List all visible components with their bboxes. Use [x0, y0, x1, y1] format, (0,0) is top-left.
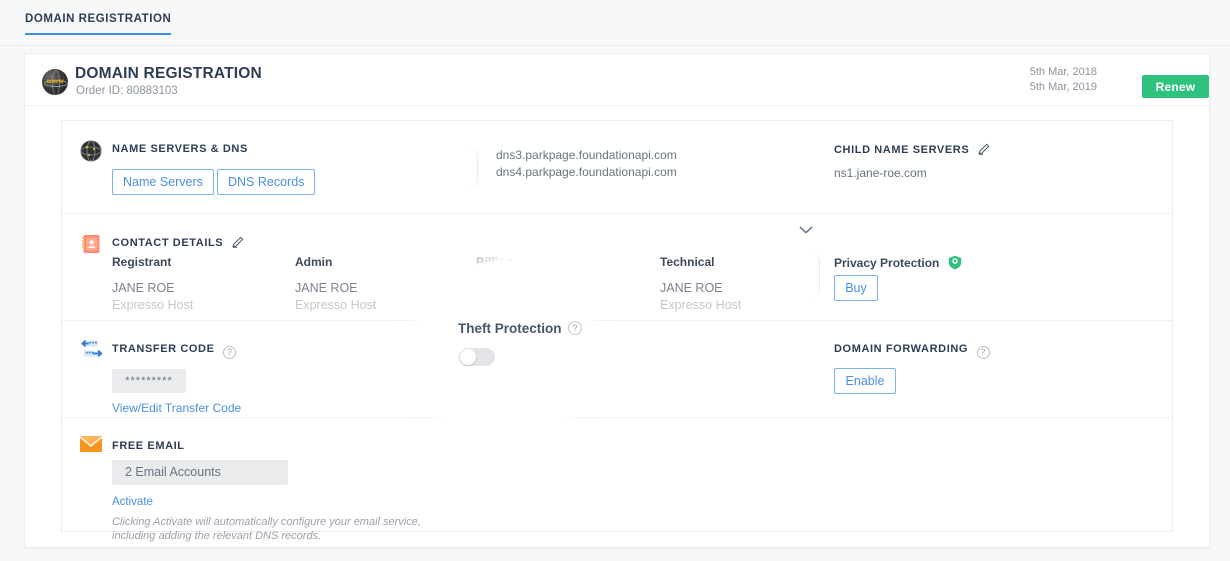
order-dates: 5th Mar, 2018 5th Mar, 2019 [1030, 65, 1097, 95]
renew-button[interactable]: Renew [1142, 75, 1209, 98]
order-header: www DOMAIN REGISTRATION Order ID: 808831… [25, 54, 1209, 106]
transfer-code-masked-value: ********* [112, 369, 186, 393]
name-servers-label: NAME SERVERS & DNS [112, 143, 248, 155]
page-root: DOMAIN REGISTRATION www DOMAIN REGISTRAT… [0, 0, 1230, 561]
details-card: NAME SERVERS & DNS Name Servers DNS Reco… [61, 120, 1173, 542]
page-title: DOMAIN REGISTRATION [75, 65, 262, 82]
child-name-servers-label: CHILD NAME SERVERS [834, 144, 970, 156]
section-title-contact-details: CONTACT DETAILS [112, 236, 244, 251]
contact-column-admin: Admin JANE ROE Expresso Host [295, 255, 376, 312]
transfer-code-label: TRANSFER CODE [112, 343, 215, 355]
section-title-transfer-code: TRANSFER CODE ? [112, 343, 237, 359]
child-name-server-value: ns1.jane-roe.com [834, 166, 927, 180]
free-email-label: FREE EMAIL [112, 440, 185, 452]
transfer-arrows-icon [80, 338, 103, 360]
contact-details-label: CONTACT DETAILS [112, 237, 224, 249]
theft-protection-label: Theft Protection [458, 321, 562, 336]
section-transfer-code: TRANSFER CODE ? ********* View/Edit Tran… [62, 321, 1172, 418]
email-accounts-field: 2 Email Accounts [112, 460, 288, 485]
column-heading: Registrant [112, 255, 172, 269]
start-date: 5th Mar, 2018 [1029, 66, 1097, 78]
pencil-icon[interactable] [978, 143, 990, 158]
section-title-name-servers: NAME SERVERS & DNS [112, 143, 248, 155]
question-mark-icon[interactable]: ? [223, 346, 237, 359]
contact-org: Expresso Host [295, 298, 377, 312]
privacy-protection-title: Privacy Protection [834, 255, 962, 273]
contact-column-registrant: Registrant JANE ROE Expresso Host [112, 255, 193, 312]
top-tab-bar: DOMAIN REGISTRATION [0, 0, 1230, 46]
dns-server-1: dns3.parkpage.foundationapi.com [496, 148, 677, 162]
theft-protection-toggle[interactable] [459, 348, 495, 366]
shield-icon [948, 255, 962, 273]
column-heading: Billing [476, 255, 513, 269]
enable-domain-forwarding-button[interactable]: Enable [834, 368, 896, 394]
question-mark-icon[interactable]: ? [568, 321, 582, 335]
dns-records-button[interactable]: DNS Records [217, 169, 316, 195]
end-date: 5th Mar, 2019 [1029, 81, 1097, 93]
contact-name: JANE ROE [660, 281, 723, 295]
question-mark-icon[interactable]: ? [976, 346, 990, 359]
envelope-icon [79, 436, 103, 458]
section-title-free-email: FREE EMAIL [112, 440, 185, 452]
contact-name: JANE ROE [295, 281, 358, 295]
contact-name: JANE ROE [112, 281, 175, 295]
column-heading: Technical [660, 255, 715, 269]
theft-protection-spotlight: Theft Protection ? [425, 269, 583, 427]
globe-network-icon [80, 140, 102, 162]
activate-email-link[interactable]: Activate [112, 496, 153, 508]
globe-www-text: www [46, 77, 64, 85]
contact-org: Expresso Host [112, 298, 194, 312]
pencil-icon[interactable] [232, 236, 244, 251]
www-globe-icon: www [42, 69, 68, 95]
domain-panel: www DOMAIN REGISTRATION Order ID: 808831… [24, 53, 1210, 548]
column-heading: Admin [295, 255, 333, 269]
name-servers-button[interactable]: Name Servers [112, 169, 214, 195]
tab-domain-registration[interactable]: DOMAIN REGISTRATION [25, 13, 172, 35]
column-divider [468, 147, 478, 189]
privacy-protection-label: Privacy Protection [834, 256, 940, 270]
contact-org: Expresso Host [660, 298, 742, 312]
domain-forwarding-title: DOMAIN FORWARDING ? [834, 343, 990, 359]
dns-server-list: dns3.parkpage.foundationapi.com dns4.par… [496, 147, 677, 181]
buy-privacy-protection-button[interactable]: Buy [834, 275, 878, 301]
dns-server-2: dns4.parkpage.foundationapi.com [496, 165, 677, 179]
chevron-down-icon[interactable] [798, 222, 814, 240]
section-free-email: FREE EMAIL 2 Email Accounts Activate Cli… [62, 418, 1172, 542]
child-name-servers-title: CHILD NAME SERVERS [834, 143, 990, 158]
section-contact-details: CONTACT DETAILS Registrant JANE ROE Expr… [62, 214, 1172, 321]
domain-forwarding-label: DOMAIN FORWARDING [834, 343, 969, 355]
toggle-knob [460, 349, 476, 365]
column-divider [810, 252, 820, 298]
section-name-servers: NAME SERVERS & DNS Name Servers DNS Reco… [62, 121, 1172, 214]
view-edit-transfer-code-link[interactable]: View/Edit Transfer Code [112, 401, 241, 415]
contact-column-technical: Technical JANE ROE Expresso Host [660, 255, 741, 312]
order-id-label: Order ID: 80883103 [76, 85, 178, 97]
free-email-note: Clicking Activate will automatically con… [112, 516, 421, 542]
address-book-icon [80, 233, 102, 255]
